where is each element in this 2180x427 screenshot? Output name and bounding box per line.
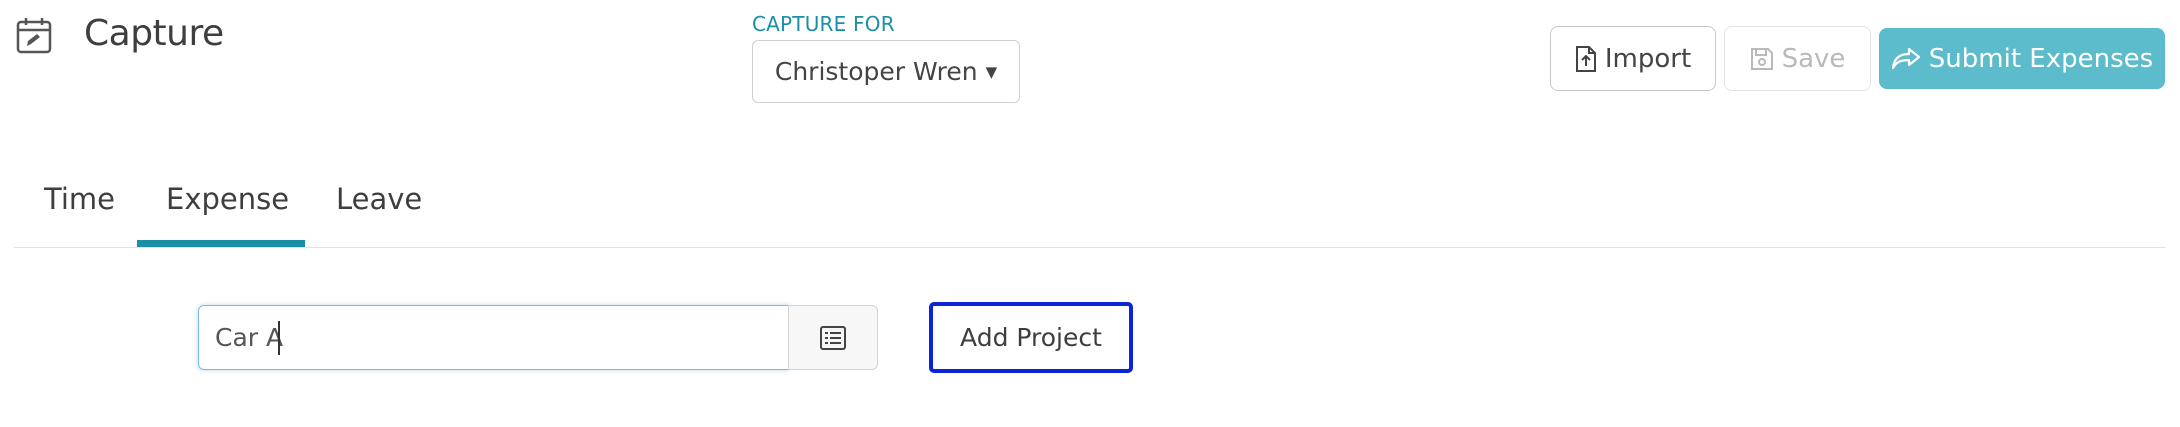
tab-leave[interactable]: Leave	[336, 182, 422, 216]
save-icon	[1750, 47, 1773, 70]
project-list-button[interactable]	[788, 305, 878, 370]
calendar-edit-icon	[16, 16, 52, 54]
text-cursor	[278, 321, 280, 355]
save-label: Save	[1781, 43, 1846, 74]
submit-expenses-button[interactable]: Submit Expenses	[1879, 28, 2165, 89]
save-button[interactable]: Save	[1724, 26, 1871, 91]
capture-for-select[interactable]: Christoper Wren ▼	[752, 40, 1020, 103]
import-label: Import	[1604, 43, 1692, 74]
tab-expense[interactable]: Expense	[166, 182, 289, 216]
add-project-label: Add Project	[960, 323, 1102, 352]
tab-time[interactable]: Time	[44, 182, 115, 216]
share-icon	[1891, 47, 1920, 69]
project-search-group	[198, 305, 878, 370]
page-title: Capture	[84, 13, 224, 54]
list-icon	[820, 325, 846, 350]
caret-down-icon: ▼	[985, 62, 998, 81]
file-import-icon	[1575, 45, 1596, 72]
capture-for-value: Christoper Wren	[774, 57, 978, 86]
add-project-button[interactable]: Add Project	[929, 302, 1133, 373]
import-button[interactable]: Import	[1550, 26, 1716, 91]
capture-for-label: CAPTURE FOR	[752, 12, 895, 36]
project-search-input[interactable]	[198, 305, 790, 370]
active-tab-indicator	[137, 240, 305, 247]
submit-expenses-label: Submit Expenses	[1928, 43, 2154, 74]
tab-divider	[14, 247, 2166, 248]
